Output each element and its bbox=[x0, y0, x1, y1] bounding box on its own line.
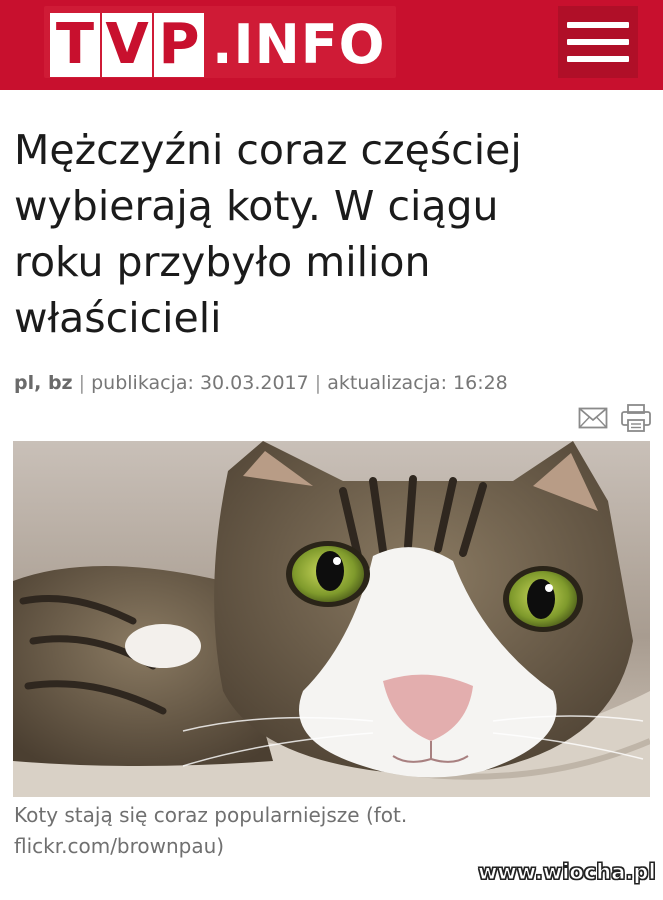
article-meta: pl, bz | publikacja: 30.03.2017 | aktual… bbox=[14, 372, 654, 394]
title-line: Mężczyźni coraz częściej bbox=[14, 126, 522, 174]
caption-line: flickr.com/brownpau) bbox=[14, 834, 225, 858]
printer-icon bbox=[621, 404, 651, 432]
top-navigation-bar: T V P .INFO bbox=[0, 0, 663, 90]
tvp-info-logo[interactable]: T V P .INFO bbox=[44, 6, 396, 78]
logo-suffix: .INFO bbox=[212, 13, 386, 76]
update-time: aktualizacja: 16:28 bbox=[327, 372, 508, 394]
envelope-icon bbox=[578, 407, 608, 429]
logo-letter-t: T bbox=[50, 13, 100, 77]
caption-line: Koty stają się coraz popularniejsze (fot… bbox=[14, 803, 408, 827]
meta-separator: | bbox=[78, 372, 86, 394]
publication-date: publikacja: 30.03.2017 bbox=[91, 372, 309, 394]
article-authors: pl, bz bbox=[14, 372, 73, 394]
watermark-text: www.wiocha.pl bbox=[478, 860, 657, 885]
title-line: właścicieli bbox=[14, 294, 222, 342]
logo-letter-v: V bbox=[102, 13, 152, 77]
photo-caption: Koty stają się coraz popularniejsze (fot… bbox=[14, 800, 644, 862]
meta-separator: | bbox=[314, 372, 322, 394]
article-title: Mężczyźni coraz częściej wybierają koty.… bbox=[14, 122, 644, 346]
cat-photo-illustration bbox=[13, 441, 650, 797]
hamburger-menu-icon bbox=[567, 22, 629, 28]
title-line: roku przybyło milion bbox=[14, 238, 431, 286]
title-line: wybierają koty. W ciągu bbox=[14, 182, 499, 230]
article-photo[interactable] bbox=[13, 441, 650, 797]
email-share-button[interactable] bbox=[578, 405, 608, 431]
print-button[interactable] bbox=[620, 403, 652, 433]
hamburger-menu-button[interactable] bbox=[558, 6, 638, 78]
logo-letter-p: P bbox=[154, 13, 204, 77]
